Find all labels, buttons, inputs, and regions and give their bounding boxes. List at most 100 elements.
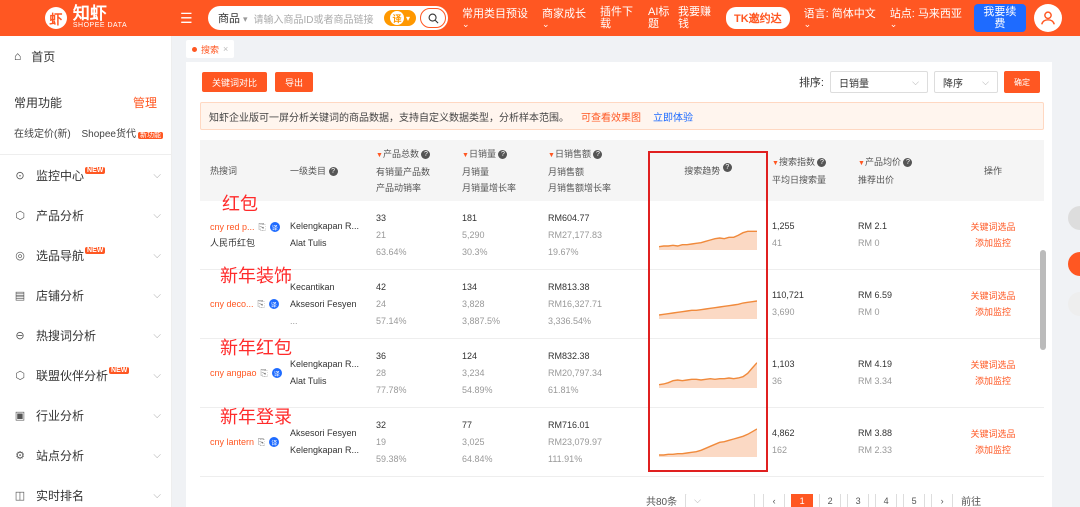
sidebar-item[interactable]: ⚙ 站点分析 ⌵ <box>0 435 171 475</box>
header-sub-label: 有销量产品数 <box>376 166 431 177</box>
keyword-link[interactable]: cny angpao <box>210 368 257 378</box>
nav-ai-title[interactable]: AI标题 <box>648 6 672 30</box>
sidebar-item[interactable]: ◎ 选品导航 NEW ⌵ <box>0 235 171 275</box>
header-avg-price[interactable]: ▼产品均价 ? 推荐出价 <box>858 154 948 188</box>
quick-link-forwarder[interactable]: Shopee货代 新功能 <box>82 125 163 140</box>
tab-search[interactable]: 搜索 × <box>186 40 235 58</box>
page-button[interactable]: 1 <box>791 494 814 507</box>
sidebar-item[interactable]: ⊙ 监控中心 NEW ⌵ <box>0 155 171 195</box>
language-select[interactable]: 语言: 简体中文 ⌄ <box>804 8 876 29</box>
page-button[interactable]: 4 <box>875 494 898 507</box>
quick-link-pricing[interactable]: 在线定价(新) <box>14 125 71 140</box>
translate-icon[interactable]: 译 <box>268 299 279 309</box>
page-size-select[interactable]: ⌵ <box>685 494 756 507</box>
scrollbar[interactable] <box>1040 250 1046 350</box>
add-monitor-link[interactable]: 添加监控 <box>948 304 1038 320</box>
confirm-button[interactable]: 确定 <box>1004 71 1040 93</box>
keyword-select-link[interactable]: 关键词选品 <box>948 219 1038 235</box>
side-float-top[interactable] <box>1068 206 1080 230</box>
keyword-select-link[interactable]: 关键词选品 <box>948 357 1038 373</box>
sidebar-item-label: 产品分析 <box>36 207 143 224</box>
close-icon[interactable]: × <box>223 44 228 54</box>
nav-earn-money[interactable]: 我要赚钱 <box>678 6 712 30</box>
cell-value: 3,234 <box>462 367 485 378</box>
page-button[interactable]: › <box>931 494 954 507</box>
header-product-count[interactable]: ▼产品总数 ? 有销量产品数 产品动销率 <box>376 146 462 196</box>
translate-icon[interactable]: 译 <box>271 368 282 378</box>
pagination: 共80条 ⌵ ‹ 1 2 3 4 5 › 前往 <box>190 494 1050 507</box>
manage-link[interactable]: 管理 <box>133 94 157 111</box>
copy-icon[interactable]: ⎘ <box>259 222 266 233</box>
actions-cell: 关键词选品 添加监控 <box>948 357 1038 389</box>
keyword-link[interactable]: cny deco... <box>210 299 254 309</box>
header-daily-revenue[interactable]: ▼日销售额 ? 月销售额 月销售额增长率 <box>548 146 644 196</box>
copy-icon[interactable]: ⎘ <box>258 437 265 448</box>
logo[interactable]: 虾 知虾 SHOPEE DATA <box>0 0 172 36</box>
help-icon[interactable]: ? <box>817 157 827 167</box>
export-button[interactable]: 导出 <box>275 72 314 92</box>
sidebar-item[interactable]: ◫ 实时排名 ⌵ <box>0 475 171 507</box>
search-button[interactable] <box>420 8 446 28</box>
cell-value: 111.91% <box>548 453 583 464</box>
page-button[interactable]: ‹ <box>763 494 786 507</box>
sort-field-select[interactable]: 日销量 ⌵ <box>830 71 928 93</box>
add-monitor-link[interactable]: 添加监控 <box>948 235 1038 251</box>
sidebar-item[interactable]: ⬡ 联盟伙伴分析 NEW ⌵ <box>0 355 171 395</box>
site-select[interactable]: 站点: 马来西亚 ⌄ <box>890 8 962 29</box>
nav-plugin-download[interactable]: 插件下载 <box>600 6 634 30</box>
header-category[interactable]: 一级类目 ? <box>290 163 376 179</box>
copy-icon[interactable]: ⎘ <box>258 299 265 310</box>
sidebar-item-home[interactable]: ⌂ 首页 <box>0 36 171 76</box>
sidebar-item[interactable]: ⬡ 产品分析 ⌵ <box>0 195 171 235</box>
keyword-annotation: 新年登录 <box>220 407 292 427</box>
help-icon[interactable]: ? <box>498 149 508 159</box>
nav-category-preset[interactable]: 常用类目预设 ⌄ <box>462 8 528 29</box>
sort-order-select[interactable]: 降序 ⌵ <box>934 71 998 93</box>
price-cell: RM 4.19 RM 3.34 <box>858 356 948 390</box>
avatar[interactable] <box>1033 4 1062 32</box>
side-float-mid[interactable] <box>1068 252 1080 276</box>
page-button[interactable]: 2 <box>819 494 842 507</box>
copy-icon[interactable]: ⎘ <box>261 368 268 379</box>
sidebar-item[interactable]: ⊖ 热搜词分析 ⌵ <box>0 315 171 355</box>
menu-toggle-icon[interactable]: ☰ <box>180 10 204 27</box>
cell-value: 3,690 <box>772 307 795 317</box>
keyword-link[interactable]: cny lantern <box>210 437 254 447</box>
translate-icon[interactable]: 译 <box>269 437 280 447</box>
nav-merchant-growth[interactable]: 商家成长 ⌄ <box>542 8 586 29</box>
search-index-cell: 1,103 36 <box>772 356 858 390</box>
renew-button[interactable]: 我要续费 <box>973 4 1026 32</box>
side-float-bottom[interactable] <box>1068 292 1080 316</box>
help-icon[interactable]: ? <box>328 166 338 176</box>
keyword-compare-button[interactable]: 关键词对比 <box>202 72 268 92</box>
view-demo-link[interactable]: 可查看效果图 <box>581 109 641 124</box>
keyword-select-link[interactable]: 关键词选品 <box>948 426 1038 442</box>
search-type-select[interactable]: 商品 <box>218 10 254 26</box>
sidebar-item-label: 首页 <box>31 49 56 64</box>
cell-value: 64.84% <box>462 453 493 464</box>
header-search-index[interactable]: ▼搜索指数 ? 平均日搜索量 <box>772 154 858 188</box>
translate-icon[interactable]: 译 <box>269 222 280 232</box>
search-input[interactable]: 请输入商品ID或者商品链接 <box>254 11 382 26</box>
tk-invite-button[interactable]: TK邀约达 <box>726 7 790 29</box>
sales-cell: 124 3,234 54.89% <box>462 348 548 399</box>
revenue-cell: RM832.38 RM20,797.34 61.81% <box>548 348 644 399</box>
help-icon[interactable]: ? <box>903 157 913 167</box>
translate-toggle[interactable]: 译 ▾ <box>382 8 418 28</box>
toolbar: 关键词对比 导出 排序: 日销量 ⌵ 降序 ⌵ 确定 <box>186 62 1052 102</box>
actions-cell: 关键词选品 添加监控 <box>948 426 1038 458</box>
add-monitor-link[interactable]: 添加监控 <box>948 442 1038 458</box>
keyword-select-link[interactable]: 关键词选品 <box>948 288 1038 304</box>
keyword-link[interactable]: cny red p... <box>210 222 255 232</box>
sidebar-item[interactable]: ▤ 店铺分析 ⌵ <box>0 275 171 315</box>
try-now-link[interactable]: 立即体验 <box>653 109 693 124</box>
add-monitor-link[interactable]: 添加监控 <box>948 373 1038 389</box>
help-icon[interactable]: ? <box>421 149 431 159</box>
page-button[interactable]: 3 <box>847 494 870 507</box>
revenue-cell: RM716.01 RM23,079.97 111.91% <box>548 417 644 468</box>
header-daily-sales[interactable]: ▼日销量 ? 月销量 月销量增长率 <box>462 146 548 196</box>
sidebar-item[interactable]: ▣ 行业分析 ⌵ <box>0 395 171 435</box>
page-button[interactable]: 5 <box>903 494 926 507</box>
cell-value: 3,828 <box>462 298 485 309</box>
help-icon[interactable]: ? <box>593 149 603 159</box>
